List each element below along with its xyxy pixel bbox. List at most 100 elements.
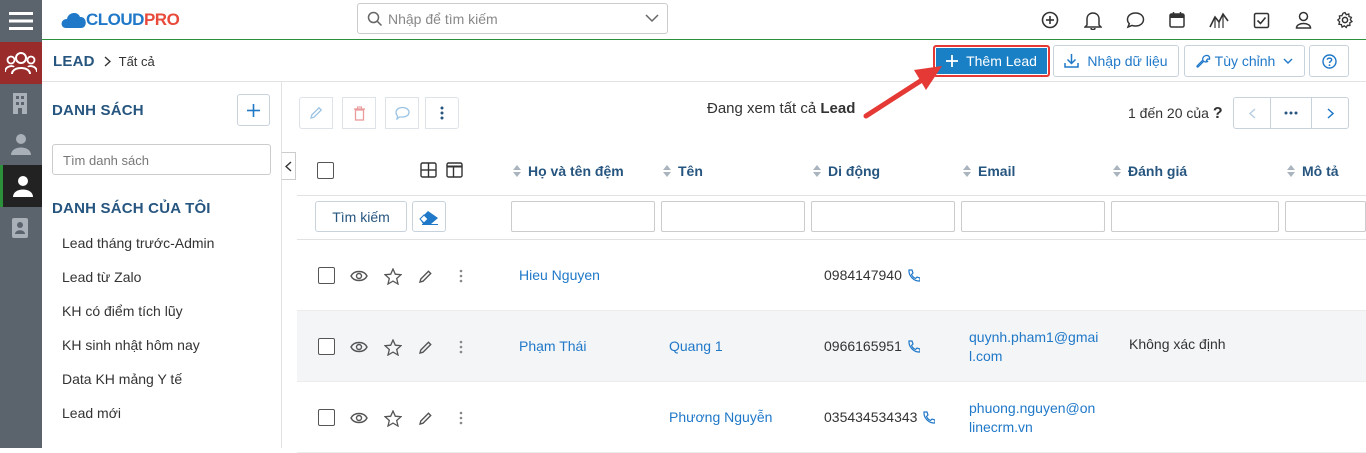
list-item[interactable]: KH sinh nhật hôm nay xyxy=(62,337,200,353)
pencil-icon xyxy=(418,411,432,425)
filter-input-description[interactable] xyxy=(1285,201,1366,232)
column-header-first-name[interactable]: Tên xyxy=(663,163,703,179)
table-row[interactable]: Phương Nguyễn 035434534343 phuong.nguyen… xyxy=(297,382,1366,453)
collapse-sidebar-button[interactable] xyxy=(282,152,296,180)
add-list-button[interactable] xyxy=(237,94,270,126)
global-search[interactable] xyxy=(357,3,668,34)
help-button[interactable] xyxy=(1309,45,1349,77)
column-header-email[interactable]: Email xyxy=(963,163,1015,179)
edit-record-button[interactable] xyxy=(416,409,434,427)
column-label: Di động xyxy=(828,163,881,179)
edit-record-button[interactable] xyxy=(416,267,434,285)
module-organizations[interactable] xyxy=(0,82,42,124)
module-customers[interactable] xyxy=(0,165,42,207)
cell-last-name[interactable]: Hieu Nguyen xyxy=(519,267,600,283)
menu-button[interactable] xyxy=(0,0,42,42)
notifications-button[interactable] xyxy=(1082,9,1104,31)
filter-input-mobile[interactable] xyxy=(811,201,955,232)
kebab-menu-icon xyxy=(440,106,444,120)
module-contacts-book[interactable] xyxy=(0,207,42,249)
list-item[interactable]: Lead tháng trước-Admin xyxy=(62,235,214,251)
chart-line-icon xyxy=(1209,12,1229,28)
kebab-menu-icon xyxy=(459,340,463,354)
import-button[interactable]: Nhập dữ liệu xyxy=(1053,45,1179,77)
list-search-box[interactable] xyxy=(52,144,271,175)
delete-selected-button[interactable] xyxy=(342,97,376,129)
settings-button[interactable] xyxy=(1334,9,1356,31)
view-record-button[interactable] xyxy=(350,338,368,356)
phone-icon[interactable] xyxy=(922,410,936,424)
search-input[interactable] xyxy=(388,9,628,29)
phone-icon[interactable] xyxy=(907,339,920,353)
cell-email[interactable]: quynh.pham1@gmai l.com xyxy=(969,328,1098,366)
module-leads[interactable] xyxy=(0,42,42,84)
edit-record-button[interactable] xyxy=(416,338,434,356)
chat-button[interactable] xyxy=(1124,9,1146,31)
breadcrumb-module[interactable]: LEAD xyxy=(53,53,95,70)
user-icon xyxy=(1295,11,1311,29)
cell-email-line: quynh.pham1@gmai xyxy=(969,329,1099,345)
phone-icon[interactable] xyxy=(907,268,920,282)
row-more-button[interactable] xyxy=(452,338,470,356)
view-record-button[interactable] xyxy=(350,267,368,285)
chevron-down-icon[interactable] xyxy=(645,14,659,23)
select-all-checkbox[interactable] xyxy=(317,162,334,179)
viewing-prefix: Đang xem tất cả xyxy=(707,100,817,117)
cloudpro-logo[interactable]: CLOUDPRO xyxy=(60,7,180,33)
row-more-button[interactable] xyxy=(452,409,470,427)
table-row[interactable]: Phạm Thái Quang 1 0966165951 quynh.pham1… xyxy=(297,311,1366,382)
list-item[interactable]: KH có điểm tích lũy xyxy=(62,303,183,319)
sort-icon xyxy=(1287,165,1295,177)
column-header-mobile[interactable]: Di động xyxy=(813,163,880,179)
filter-input-first-name[interactable] xyxy=(661,201,805,232)
table-row[interactable]: Hieu Nguyen 0984147940 xyxy=(297,240,1366,311)
quick-create-button[interactable] xyxy=(1039,9,1061,31)
clear-filter-button[interactable] xyxy=(412,201,446,232)
cell-last-name[interactable]: Phạm Thái xyxy=(519,338,586,354)
search-filter-button[interactable]: Tìm kiếm xyxy=(315,201,407,232)
cell-email[interactable]: phuong.nguyen@on linecrm.vn xyxy=(969,399,1095,437)
column-layout-icon[interactable] xyxy=(446,162,463,178)
reports-button[interactable] xyxy=(1208,9,1230,31)
customize-button[interactable]: Tùy chỉnh xyxy=(1184,45,1305,77)
pager-total-unknown[interactable]: ? xyxy=(1213,105,1223,122)
breadcrumb-current: Tất cả xyxy=(118,54,155,69)
column-header-last-name[interactable]: Họ và tên đệm xyxy=(513,163,624,179)
more-actions-button[interactable] xyxy=(425,97,459,129)
calendar-button[interactable] xyxy=(1166,9,1188,31)
row-more-button[interactable] xyxy=(452,267,470,285)
filter-input-last-name[interactable] xyxy=(511,201,655,232)
column-header-description[interactable]: Mô tả xyxy=(1287,163,1339,179)
profile-button[interactable] xyxy=(1292,9,1314,31)
column-grid-icon[interactable] xyxy=(420,162,437,178)
column-header-rating[interactable]: Đánh giá xyxy=(1113,163,1187,179)
filter-input-email[interactable] xyxy=(961,201,1105,232)
row-checkbox[interactable] xyxy=(318,338,335,355)
wrench-icon xyxy=(1195,54,1210,68)
list-search-input[interactable] xyxy=(63,151,263,169)
edit-selected-button[interactable] xyxy=(299,97,333,129)
module-contacts[interactable] xyxy=(0,123,42,165)
prev-page-button[interactable] xyxy=(1233,97,1271,129)
list-item[interactable]: Data KH mảng Y tế xyxy=(62,371,182,387)
cell-first-name[interactable]: Quang 1 xyxy=(669,338,723,354)
cell-rating: Không xác định xyxy=(1129,336,1226,352)
row-checkbox[interactable] xyxy=(318,267,335,284)
chat-bubble-icon xyxy=(1126,12,1144,29)
comment-selected-button[interactable] xyxy=(385,97,419,129)
star-button[interactable] xyxy=(384,267,402,285)
sort-icon xyxy=(963,165,971,177)
list-item[interactable]: Lead mới xyxy=(62,405,121,421)
next-page-button[interactable] xyxy=(1311,97,1349,129)
tasks-button[interactable] xyxy=(1250,9,1272,31)
cell-first-name[interactable]: Phương Nguyễn xyxy=(669,409,772,425)
star-button[interactable] xyxy=(384,409,402,427)
row-checkbox[interactable] xyxy=(318,409,335,426)
list-item[interactable]: Lead từ Zalo xyxy=(62,269,141,285)
pencil-icon xyxy=(418,340,432,354)
add-lead-button[interactable]: Thêm Lead xyxy=(933,45,1050,77)
view-record-button[interactable] xyxy=(350,409,368,427)
star-button[interactable] xyxy=(384,338,402,356)
filter-input-rating[interactable] xyxy=(1111,201,1279,232)
page-jump-button[interactable] xyxy=(1270,97,1312,129)
